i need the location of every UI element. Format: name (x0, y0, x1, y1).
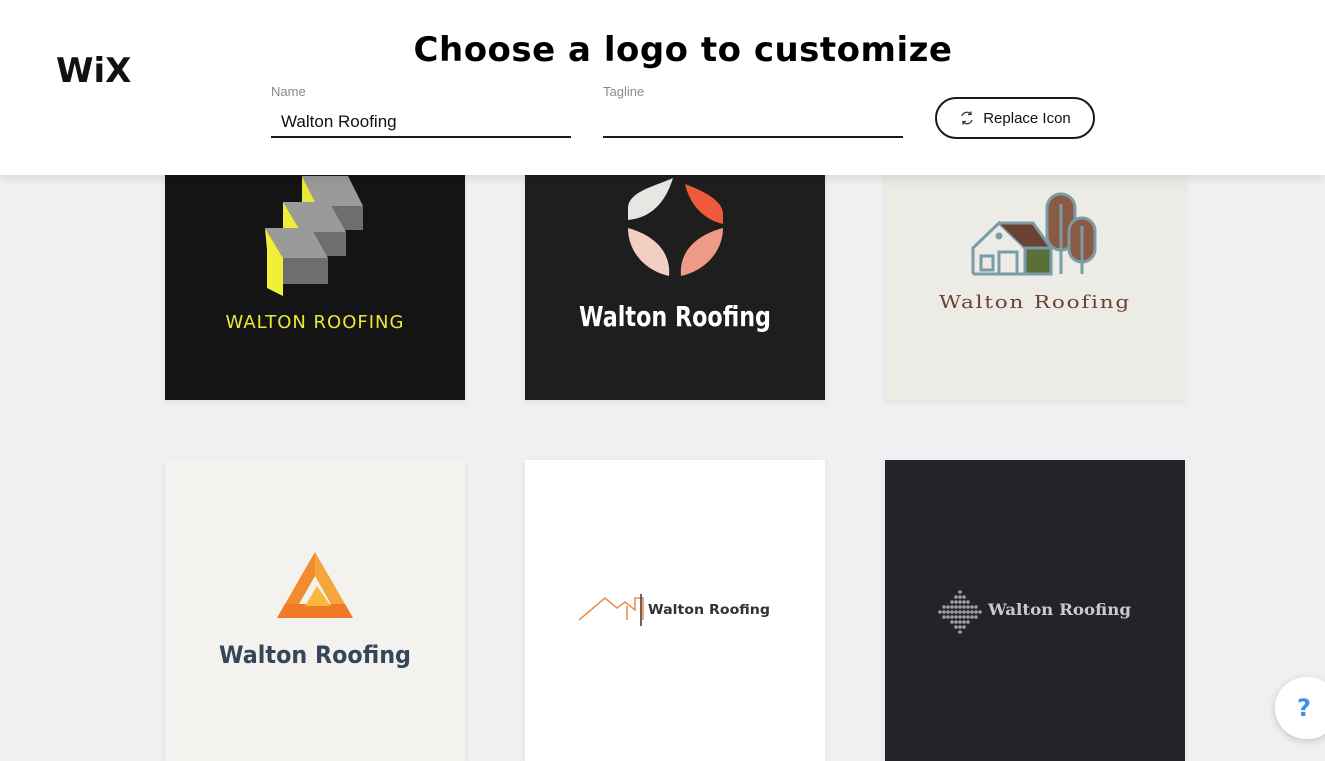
help-button[interactable]: ? (1275, 677, 1325, 739)
logo-3-text: Walton Roofing (939, 292, 1131, 313)
logo-1-text: WALTON ROOFING (226, 312, 405, 333)
logo-4-text: Walton Roofing (219, 641, 411, 669)
name-input[interactable] (271, 108, 571, 138)
logo-2-text: Walton Roofing (579, 300, 771, 333)
replace-icon-button[interactable]: Replace Icon (935, 97, 1095, 139)
logo-card-6[interactable]: Walton Roofing (885, 460, 1185, 761)
help-icon: ? (1297, 694, 1311, 722)
logo-card-4[interactable]: Walton Roofing (165, 460, 465, 761)
top-header: WiX Choose a logo to customize Name Tagl… (0, 0, 1325, 175)
replace-icon-label: Replace Icon (983, 109, 1071, 127)
logo-6-text: Walton Roofing (987, 600, 1131, 619)
logo-card-5[interactable]: Walton Roofing (525, 460, 825, 761)
tagline-field-label: Tagline (603, 84, 645, 99)
tagline-input[interactable] (603, 108, 903, 138)
name-field-label: Name (271, 84, 306, 99)
page-title: Choose a logo to customize (413, 30, 953, 70)
logo-5-text: Walton Roofing (648, 602, 770, 618)
refresh-icon (961, 111, 973, 125)
